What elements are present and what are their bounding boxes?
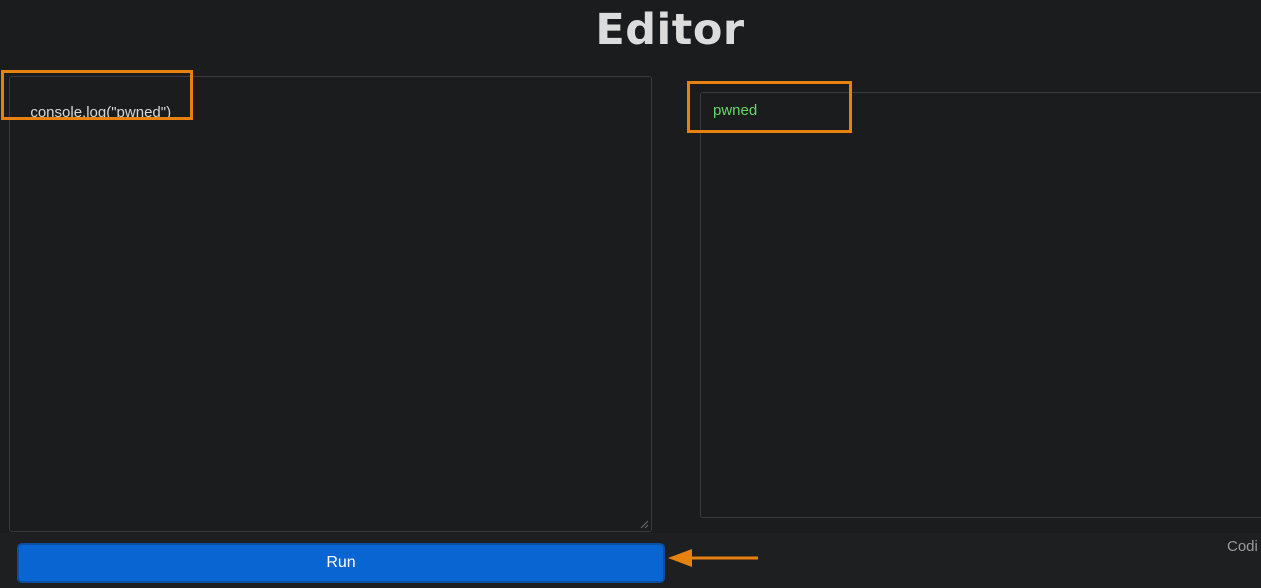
resize-handle-icon[interactable] (640, 520, 649, 529)
page-title: Editor (595, 5, 745, 55)
code-editor[interactable]: console.log("pwned") (9, 76, 652, 532)
code-text: console.log("pwned") (30, 104, 172, 121)
output-line: pwned (713, 102, 758, 119)
run-button[interactable]: Run (17, 543, 665, 583)
footer-text: Codi (1227, 538, 1258, 555)
output-panel: pwned (700, 92, 1261, 518)
